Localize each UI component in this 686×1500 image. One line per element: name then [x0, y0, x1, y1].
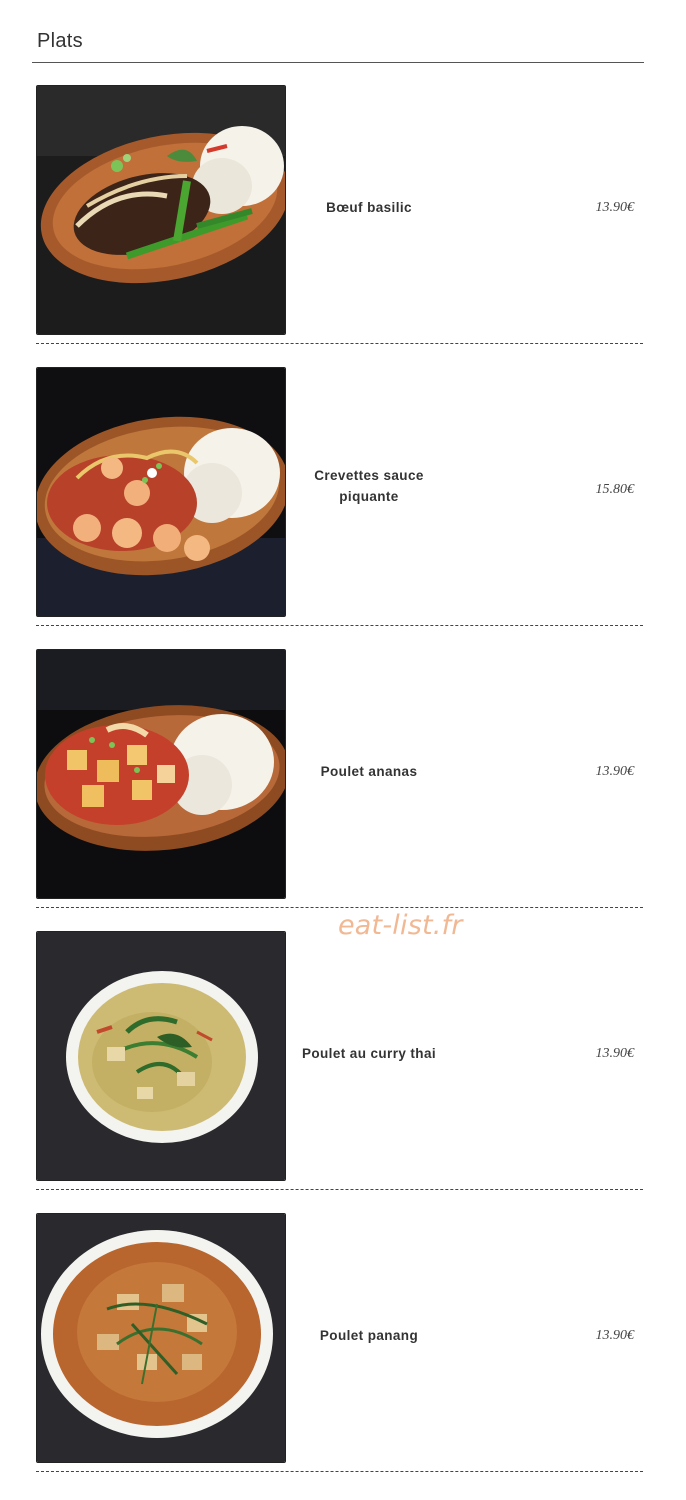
dish-price: 13.90€	[595, 764, 635, 779]
dish-price: 13.90€	[595, 1328, 635, 1343]
dish-photo[interactable]	[36, 649, 286, 899]
dish-name: Poulet ananas	[320, 764, 418, 779]
item-divider	[36, 907, 643, 908]
chicken-pineapple-photo	[37, 650, 285, 898]
dish-price: 13.90€	[595, 1046, 635, 1061]
item-divider	[36, 1189, 643, 1190]
green-curry-photo	[37, 932, 285, 1180]
menu-item[interactable]: Crevettes sauce piquante 15.80€	[36, 367, 644, 649]
dish-name: Poulet panang	[319, 1328, 419, 1343]
menu-item[interactable]: Poulet ananas 13.90€	[36, 649, 644, 931]
section-header: Plats	[32, 26, 644, 63]
panang-curry-photo	[37, 1214, 285, 1462]
shrimp-photo	[37, 368, 285, 616]
dish-name: Poulet au curry thai	[301, 1046, 437, 1061]
menu-item[interactable]: Bœuf basilic 13.90€	[36, 85, 644, 367]
dish-photo[interactable]	[36, 367, 286, 617]
item-divider	[36, 1471, 643, 1472]
section-title: Plats	[37, 30, 83, 52]
watermark: eat-list.fr	[338, 910, 463, 941]
beef-basil-photo	[37, 86, 285, 334]
dish-photo[interactable]	[36, 1213, 286, 1463]
menu-item[interactable]: Poulet panang 13.90€	[36, 1213, 644, 1495]
menu-item[interactable]: Poulet au curry thai 13.90€	[36, 931, 644, 1213]
dish-photo[interactable]	[36, 85, 286, 335]
dish-name: Crevettes sauce piquante	[314, 468, 424, 504]
dish-price: 13.90€	[595, 200, 635, 215]
dish-name: Bœuf basilic	[326, 200, 412, 215]
item-divider	[36, 625, 643, 626]
item-divider	[36, 343, 643, 344]
dish-photo[interactable]	[36, 931, 286, 1181]
dish-price: 15.80€	[595, 482, 635, 497]
menu-list: Bœuf basilic 13.90€ Crevettes sauce piqu…	[36, 85, 644, 1495]
